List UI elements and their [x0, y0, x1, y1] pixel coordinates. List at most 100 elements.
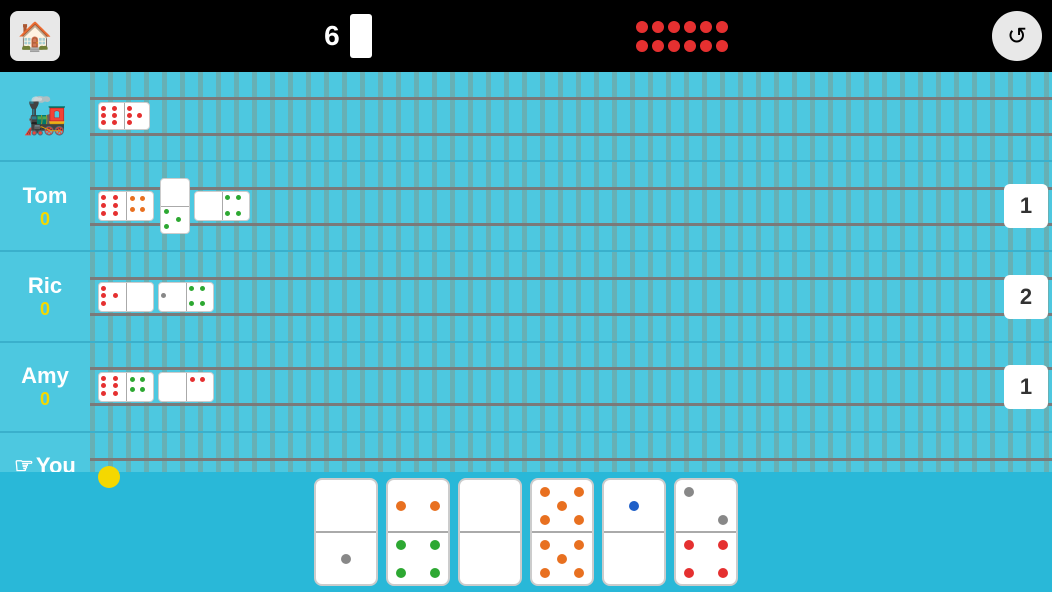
hand-domino-4[interactable] — [530, 478, 594, 586]
hand-domino-5-bottom — [604, 533, 664, 584]
game-container: 🏠 6 — [0, 0, 1052, 592]
dot — [225, 211, 230, 216]
domino-half — [223, 192, 250, 220]
domino-half — [187, 373, 214, 401]
dot — [557, 554, 567, 564]
dot — [189, 301, 194, 306]
dot — [646, 515, 656, 525]
dot — [165, 193, 170, 198]
dot — [209, 211, 214, 216]
dot — [430, 554, 440, 564]
hand-domino-6-bottom — [676, 533, 736, 584]
dot — [112, 113, 117, 118]
dot — [176, 183, 181, 188]
domino-half — [99, 192, 127, 220]
dot — [574, 487, 584, 497]
amy-name: Amy — [21, 363, 69, 389]
dot — [112, 106, 117, 111]
dot — [200, 377, 205, 382]
hand-domino-1[interactable] — [314, 478, 378, 586]
dot — [396, 554, 406, 564]
track-dominoes-you — [90, 433, 132, 521]
hand-domino-4-top — [532, 480, 592, 533]
domino[interactable] — [158, 372, 214, 402]
dot — [413, 487, 423, 497]
undo-icon: ↺ — [1007, 22, 1027, 51]
dot — [358, 568, 368, 578]
hand-domino-2-top — [388, 480, 448, 533]
dot — [161, 293, 166, 298]
home-button[interactable]: 🏠 — [10, 11, 60, 61]
dot — [540, 540, 550, 550]
hand-domino-1-top — [316, 480, 376, 533]
tom-badge: 1 — [1004, 184, 1048, 228]
domino-half — [187, 283, 214, 311]
hand-domino-4-bottom — [532, 533, 592, 584]
dot — [225, 203, 230, 208]
dot — [540, 501, 550, 511]
dot — [200, 286, 205, 291]
dot — [236, 203, 241, 208]
center-dot — [700, 40, 712, 52]
dot — [200, 293, 205, 298]
dot — [173, 286, 178, 291]
dot — [557, 487, 567, 497]
amy-label: Amy 0 — [0, 363, 90, 410]
ric-label: Ric 0 — [0, 273, 90, 320]
amy-score: 0 — [40, 389, 50, 410]
top-bar: 🏠 6 — [0, 0, 1052, 72]
dot — [684, 568, 694, 578]
dot — [574, 515, 584, 525]
domino-half-left — [99, 103, 125, 129]
tom-track — [90, 162, 1052, 250]
dot — [684, 487, 694, 497]
domino[interactable] — [98, 372, 154, 402]
dot — [430, 515, 440, 525]
dot — [701, 501, 711, 511]
domino[interactable] — [194, 191, 250, 221]
dot — [130, 207, 135, 212]
domino[interactable] — [98, 282, 154, 312]
hand-domino-5[interactable] — [602, 478, 666, 586]
dot — [113, 195, 118, 200]
hand-domino-6[interactable] — [674, 478, 738, 586]
dot — [574, 554, 584, 564]
hand-domino-3[interactable] — [458, 478, 522, 586]
dot — [396, 515, 406, 525]
domino[interactable] — [158, 282, 214, 312]
dot — [341, 540, 351, 550]
dot — [718, 568, 728, 578]
domino[interactable] — [98, 191, 154, 221]
dot — [718, 501, 728, 511]
dot — [341, 554, 351, 564]
amy-row: Amy 0 — [0, 343, 1052, 433]
turn-info: 6 — [324, 14, 372, 58]
tom-row: Tom 0 — [0, 162, 1052, 252]
undo-button[interactable]: ↺ — [992, 11, 1042, 61]
home-icon: 🏠 — [18, 20, 53, 53]
dot — [646, 501, 656, 511]
turn-tile — [350, 14, 372, 58]
dot — [101, 301, 106, 306]
dot — [701, 554, 711, 564]
domino-half-right — [125, 103, 150, 129]
dot — [113, 383, 118, 388]
hand-domino-2[interactable] — [386, 478, 450, 586]
dot — [701, 487, 711, 497]
dot — [718, 554, 728, 564]
dot — [113, 301, 118, 306]
center-dot — [700, 21, 712, 33]
dot — [324, 554, 334, 564]
dot — [396, 568, 406, 578]
domino[interactable] — [160, 178, 190, 234]
dot — [197, 203, 202, 208]
dot — [129, 301, 134, 306]
dot — [129, 293, 134, 298]
dot — [200, 301, 205, 306]
dot — [127, 113, 132, 118]
domino[interactable] — [98, 102, 150, 130]
dot — [574, 568, 584, 578]
hand-domino-3-bottom — [460, 533, 520, 584]
dot — [137, 106, 142, 111]
dot — [197, 211, 202, 216]
